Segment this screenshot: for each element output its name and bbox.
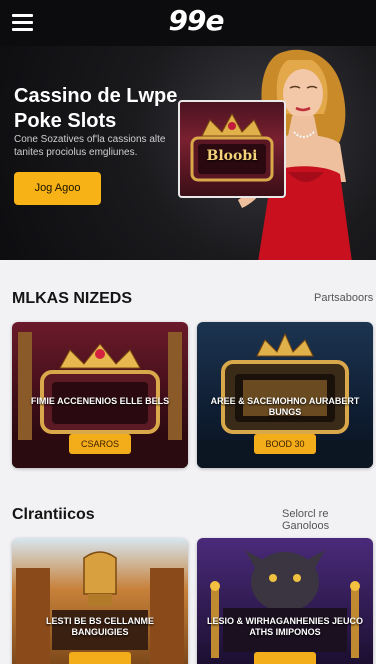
section2-title: Clrantiicos [12,506,95,523]
hero-title: Cassino de Lwpe Poke Slots [14,85,178,132]
game-tile-4-art [197,538,373,664]
hero-banner: Cassino de Lwpe Poke Slots Cone Sozative… [0,46,376,260]
game-tile-2[interactable]: AREE & SACEMOHNO AURABERT BUNGS BOOD 30 [197,322,373,468]
game-tile-2-label: AREE & SACEMOHNO AURABERT BUNGS [210,396,360,417]
logo[interactable]: 99e [150,6,242,36]
app-page: 99e Cassino de Lwpe Poke Slots Cone Soza… [0,0,376,664]
featured-game-title: Bloobi [206,148,258,164]
section1-see-all-link[interactable]: Partsaboors [314,292,373,304]
top-bar: 99e [0,0,376,46]
game-tile-3[interactable]: LESTI BE BS CELLANME BANGUIGIES [12,538,188,664]
game-tile-1[interactable]: FIMIE ACCENENIOS ELLE BELS CSAROS [12,322,188,468]
game-tile-4[interactable]: LESIO & WIRHAGANHENIES JEUCO ATHS IMIPON… [197,538,373,664]
game-tile-1-button[interactable]: CSAROS [69,434,131,454]
game-tile-1-label: FIMIE ACCENENIOS ELLE BELS [30,396,170,406]
section1-title: MLKAS NIZEDS [12,290,132,307]
game-tile-3-art [12,538,188,664]
game-tile-3-button[interactable] [69,652,131,664]
game-tile-3-label: LESTI BE BS CELLANME BANGUIGIES [45,616,154,637]
game-tile-4-button[interactable] [254,652,316,664]
hero-subtitle: Cone Sozatives of'la cassions alte tanit… [14,134,166,158]
game-tile-2-button[interactable]: BOOD 30 [254,434,316,454]
game-tile-4-label: LESIO & WIRHAGANHENIES JEUCO ATHS IMIPON… [207,616,364,637]
hamburger-menu-icon[interactable] [12,13,34,31]
section2-see-all-link[interactable]: Selorcl re Ganoloos [282,508,376,532]
hero-cta-button[interactable]: Jog Agoo [14,172,101,205]
hero-featured-game-card[interactable]: Bloobi [178,100,286,198]
